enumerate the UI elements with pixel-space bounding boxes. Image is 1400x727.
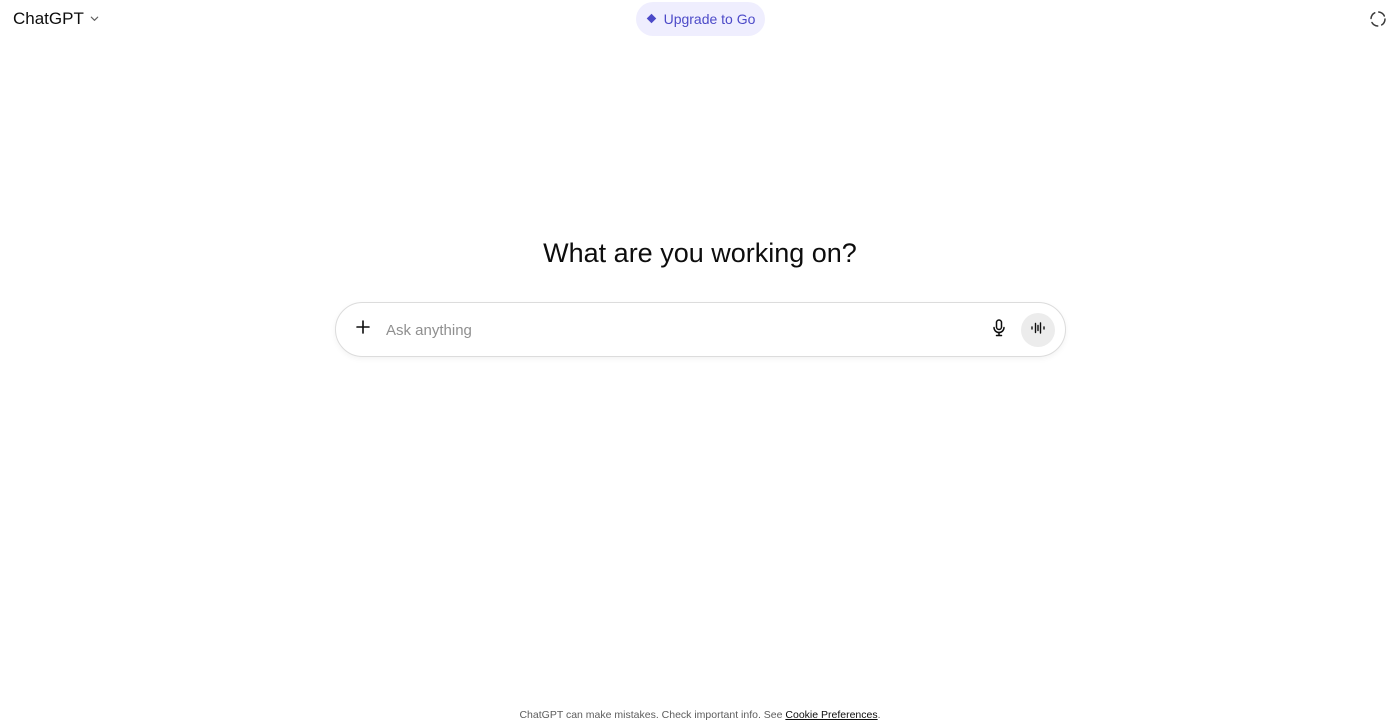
dashed-circle-icon xyxy=(1368,11,1388,33)
prompt-input[interactable] xyxy=(386,315,966,345)
upgrade-button[interactable]: Upgrade to Go xyxy=(636,2,765,36)
disclaimer-suffix: . xyxy=(877,709,881,721)
voice-waveform-icon xyxy=(1030,321,1046,340)
plus-icon xyxy=(355,319,371,340)
footer-disclaimer: ChatGPT can make mistakes. Check importa… xyxy=(0,709,1400,721)
dictate-button[interactable] xyxy=(988,318,1010,342)
cookie-preferences-link[interactable]: Cookie Preferences xyxy=(785,709,877,721)
diamond-icon xyxy=(646,11,657,27)
model-label: ChatGPT xyxy=(13,9,84,28)
microphone-icon xyxy=(991,318,1007,342)
add-attachment-button[interactable] xyxy=(352,318,374,340)
upgrade-label: Upgrade to Go xyxy=(663,11,756,27)
model-switcher[interactable]: ChatGPT xyxy=(8,6,105,32)
chatgpt-home-page: ChatGPT Upgrade to Go What are you worki… xyxy=(0,0,1400,727)
disclaimer-text: ChatGPT can make mistakes. Check importa… xyxy=(519,709,786,721)
chevron-down-icon xyxy=(89,9,100,29)
temporary-chat-button[interactable] xyxy=(1368,9,1388,29)
page-headline: What are you working on? xyxy=(543,238,857,268)
voice-mode-button[interactable] xyxy=(1021,313,1055,347)
prompt-composer xyxy=(335,302,1066,357)
